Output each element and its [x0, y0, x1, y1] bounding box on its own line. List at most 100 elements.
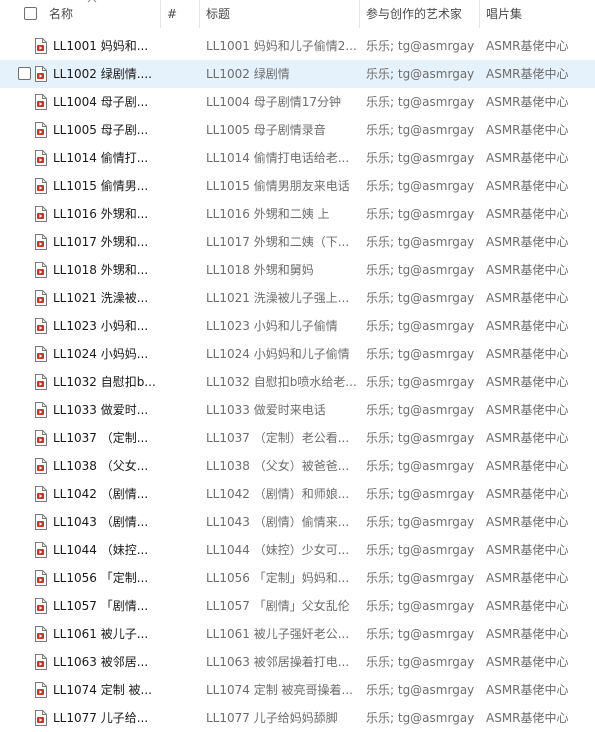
file-artist: 乐乐; tg@asmrgay: [366, 627, 475, 641]
audio-file-icon: [35, 682, 47, 698]
column-header-album[interactable]: 唱片集: [486, 0, 522, 28]
file-album: ASMR基佬中心: [486, 347, 569, 361]
file-row[interactable]: LL1042 （剧情... LL1042 （剧情）和师娘... 乐乐; tg@asm…: [0, 480, 595, 508]
file-title: LL1018 外甥和舅妈: [206, 263, 314, 277]
file-row[interactable]: LL1061 被儿子... LL1061 被儿子强奸老公... 乐乐; tg@asm…: [0, 620, 595, 648]
sort-ascending-icon: [87, 0, 97, 3]
file-title: LL1004 母子剧情17分钟: [206, 95, 341, 109]
file-row[interactable]: LL1056 「定制... LL1056 「定制」妈妈和... 乐乐; tg@asm…: [0, 564, 595, 592]
file-row[interactable]: LL1077 儿子给... LL1077 儿子给妈妈舔脚 乐乐; tg@asmrga…: [0, 704, 595, 732]
file-title: LL1014 偷情打电话给老...: [206, 151, 350, 165]
file-title: LL1037 （定制）老公看...: [206, 431, 350, 445]
file-name: LL1056 「定制...: [53, 571, 149, 585]
file-album: ASMR基佬中心: [486, 319, 569, 333]
audio-file-icon: [35, 150, 47, 166]
column-divider[interactable]: [359, 0, 360, 28]
file-album: ASMR基佬中心: [486, 571, 569, 585]
file-name: LL1061 被儿子...: [53, 627, 149, 641]
file-album: ASMR基佬中心: [486, 487, 569, 501]
file-rows: LL1001 妈妈和... LL1001 妈妈和儿子偷情2... 乐乐; tg@as…: [0, 32, 595, 732]
file-row[interactable]: LL1023 小妈和... LL1023 小妈和儿子偷情 乐乐; tg@asmrga…: [0, 312, 595, 340]
file-row[interactable]: LL1017 外甥和... LL1017 外甥和二姨（下... 乐乐; tg@asm…: [0, 228, 595, 256]
file-row[interactable]: LL1074 定制 被... LL1074 定制 被亮哥操着... 乐乐; tg@a…: [0, 676, 595, 704]
column-header-bar: 名称 # 标题 参与创作的艺术家 唱片集: [0, 0, 595, 28]
column-divider[interactable]: [199, 0, 200, 28]
file-row[interactable]: LL1044 （妹控... LL1044 （妹控）少女可... 乐乐; tg@asm…: [0, 536, 595, 564]
file-row[interactable]: LL1014 偷情打... LL1014 偷情打电话给老... 乐乐; tg@asm…: [0, 144, 595, 172]
file-album: ASMR基佬中心: [486, 431, 569, 445]
file-album: ASMR基佬中心: [486, 151, 569, 165]
file-title: LL1002 绿剧情: [206, 67, 290, 81]
file-name: LL1004 母子剧...: [53, 95, 149, 109]
audio-file-icon: [35, 430, 47, 446]
file-artist: 乐乐; tg@asmrgay: [366, 207, 475, 221]
file-title: LL1024 小妈妈和儿子偷情: [206, 347, 350, 361]
file-album: ASMR基佬中心: [486, 123, 569, 137]
file-album: ASMR基佬中心: [486, 599, 569, 613]
audio-file-icon: [35, 598, 47, 614]
column-divider[interactable]: [479, 0, 480, 28]
file-row[interactable]: LL1032 自慰扣b... LL1032 自慰扣b喷水给老... 乐乐; tg@a…: [0, 368, 595, 396]
audio-file-icon: [35, 262, 47, 278]
file-row[interactable]: LL1015 偷情男... LL1015 偷情男朋友来电话 乐乐; tg@asmrg…: [0, 172, 595, 200]
file-album: ASMR基佬中心: [486, 627, 569, 641]
file-row[interactable]: LL1005 母子剧... LL1005 母子剧情录音 乐乐; tg@asmrgay…: [0, 116, 595, 144]
file-row[interactable]: LL1004 母子剧... LL1004 母子剧情17分钟 乐乐; tg@asmrg…: [0, 88, 595, 116]
file-artist: 乐乐; tg@asmrgay: [366, 39, 475, 53]
audio-file-icon: [35, 654, 47, 670]
file-row[interactable]: LL1057 「剧情... LL1057 「剧情」父女乱伦 乐乐; tg@asmrg…: [0, 592, 595, 620]
file-row[interactable]: LL1021 洗澡被... LL1021 洗澡被儿子强上... 乐乐; tg@asm…: [0, 284, 595, 312]
file-row[interactable]: LL1038 （父女... LL1038 （父女）被爸爸... 乐乐; tg@asm…: [0, 452, 595, 480]
file-album: ASMR基佬中心: [486, 179, 569, 193]
file-title: LL1063 被邻居操着打电...: [206, 655, 350, 669]
file-name: LL1037 （定制...: [53, 431, 149, 445]
file-artist: 乐乐; tg@asmrgay: [366, 347, 475, 361]
file-artist: 乐乐; tg@asmrgay: [366, 179, 475, 193]
file-album: ASMR基佬中心: [486, 39, 569, 53]
column-header-number[interactable]: #: [167, 0, 177, 28]
file-title: LL1032 自慰扣b喷水给老...: [206, 375, 356, 389]
column-header-artists[interactable]: 参与创作的艺术家: [366, 0, 462, 28]
file-title: LL1016 外甥和二姨 上: [206, 207, 330, 221]
file-album: ASMR基佬中心: [486, 207, 569, 221]
file-row[interactable]: LL1043 （剧情... LL1043 （剧情）偷情来... 乐乐; tg@asm…: [0, 508, 595, 536]
file-title: LL1001 妈妈和儿子偷情2...: [206, 39, 356, 53]
file-album: ASMR基佬中心: [486, 543, 569, 557]
row-checkbox[interactable]: [18, 67, 31, 80]
file-album: ASMR基佬中心: [486, 711, 569, 725]
file-title: LL1074 定制 被亮哥操着...: [206, 683, 353, 697]
file-artist: 乐乐; tg@asmrgay: [366, 711, 475, 725]
column-header-title[interactable]: 标题: [206, 0, 230, 28]
file-title: LL1043 （剧情）偷情来...: [206, 515, 350, 529]
audio-file-icon: [35, 38, 47, 54]
file-name: LL1044 （妹控...: [53, 543, 149, 557]
audio-file-icon: [35, 346, 47, 362]
file-album: ASMR基佬中心: [486, 67, 569, 81]
file-title: LL1061 被儿子强奸老公...: [206, 627, 350, 641]
file-row[interactable]: LL1033 做爱时... LL1033 做爱时来电话 乐乐; tg@asmrgay…: [0, 396, 595, 424]
file-name: LL1024 小妈妈...: [53, 347, 149, 361]
file-title: LL1038 （父女）被爸爸...: [206, 459, 350, 473]
file-row[interactable]: LL1037 （定制... LL1037 （定制）老公看... 乐乐; tg@asm…: [0, 424, 595, 452]
file-artist: 乐乐; tg@asmrgay: [366, 123, 475, 137]
audio-file-icon: [35, 206, 47, 222]
column-header-name[interactable]: 名称: [49, 0, 73, 28]
audio-file-icon: [35, 514, 47, 530]
file-title: LL1017 外甥和二姨（下...: [206, 235, 350, 249]
file-name: LL1016 外甥和...: [53, 207, 149, 221]
file-artist: 乐乐; tg@asmrgay: [366, 291, 475, 305]
file-title: LL1005 母子剧情录音: [206, 123, 326, 137]
file-title: LL1057 「剧情」父女乱伦: [206, 599, 350, 613]
file-row[interactable]: LL1016 外甥和... LL1016 外甥和二姨 上 乐乐; tg@asmrga…: [0, 200, 595, 228]
audio-file-icon: [35, 542, 47, 558]
file-row[interactable]: LL1018 外甥和... LL1018 外甥和舅妈 乐乐; tg@asmrgay A…: [0, 256, 595, 284]
file-artist: 乐乐; tg@asmrgay: [366, 151, 475, 165]
file-row[interactable]: LL1001 妈妈和... LL1001 妈妈和儿子偷情2... 乐乐; tg@as…: [0, 32, 595, 60]
audio-file-icon: [35, 402, 47, 418]
file-row[interactable]: LL1063 被邻居... LL1063 被邻居操着打电... 乐乐; tg@asm…: [0, 648, 595, 676]
column-divider[interactable]: [160, 0, 161, 28]
select-all-checkbox[interactable]: [24, 7, 37, 20]
file-row[interactable]: LL1024 小妈妈... LL1024 小妈妈和儿子偷情 乐乐; tg@asmrg…: [0, 340, 595, 368]
file-album: ASMR基佬中心: [486, 655, 569, 669]
file-row[interactable]: LL1002 绿剧情.... LL1002 绿剧情 乐乐; tg@asmrgay AS…: [0, 60, 595, 88]
